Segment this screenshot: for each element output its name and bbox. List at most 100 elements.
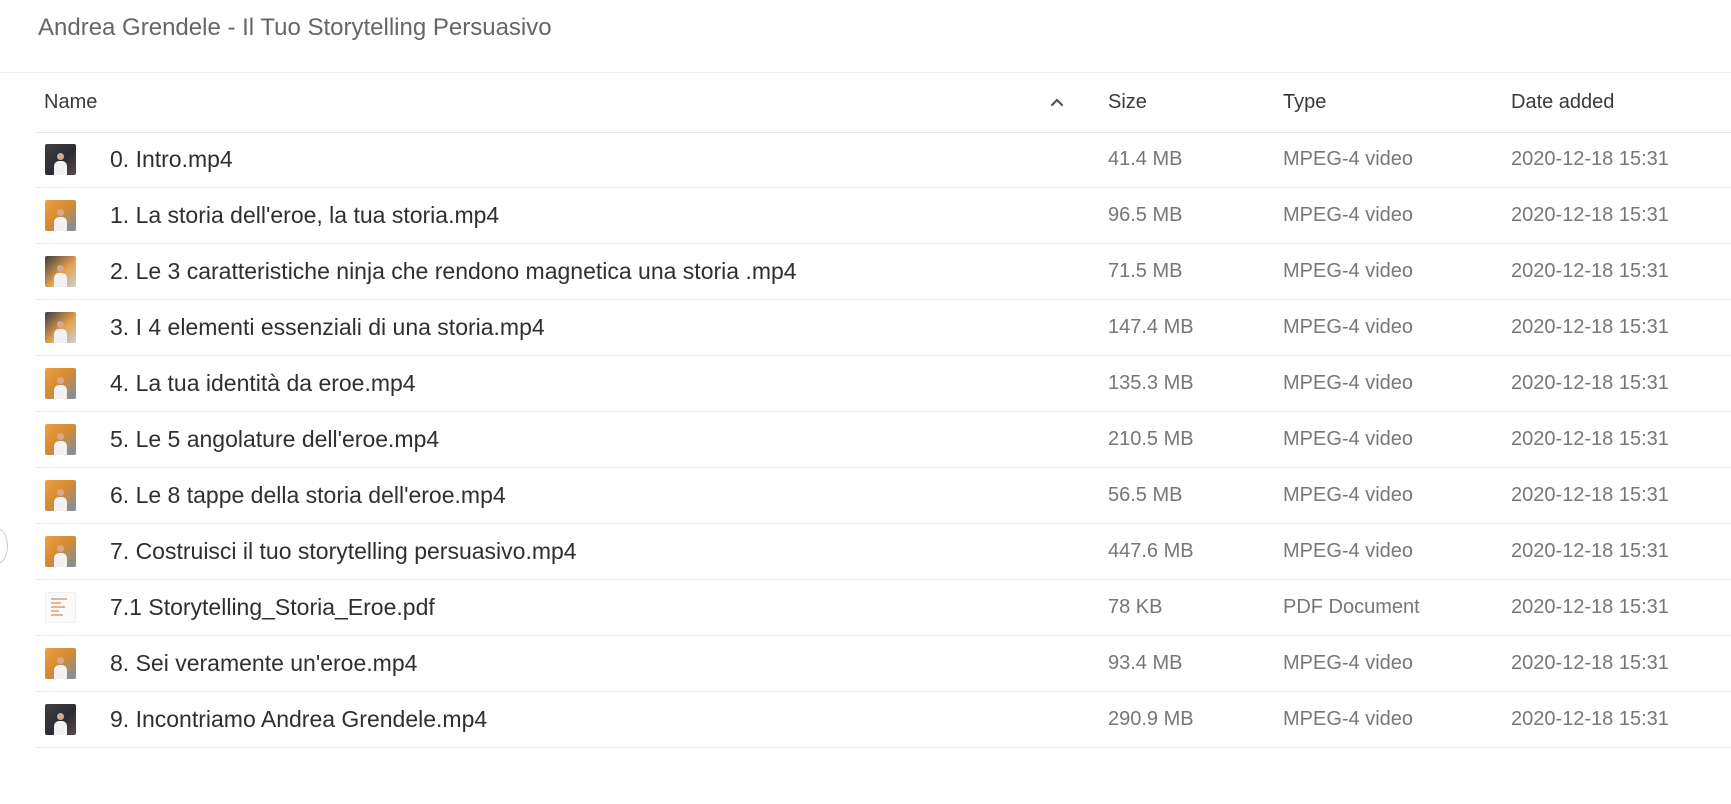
file-name[interactable]: 9. Incontriamo Andrea Grendele.mp4 bbox=[110, 692, 487, 747]
file-type: MPEG-4 video bbox=[1283, 708, 1414, 730]
person-torso bbox=[54, 385, 67, 399]
video-thumbnail bbox=[45, 368, 76, 399]
video-thumbnail bbox=[45, 200, 76, 231]
file-list-header: Name Size Type Date added bbox=[36, 73, 1731, 133]
file-size: 447.6 MB bbox=[1108, 540, 1194, 562]
person-figure bbox=[54, 545, 67, 567]
file-size: 71.5 MB bbox=[1108, 260, 1183, 282]
person-figure bbox=[54, 153, 67, 175]
file-date-added: 2020-12-18 15:31 bbox=[1511, 652, 1669, 674]
person-head bbox=[57, 657, 64, 664]
file-size: 56.5 MB bbox=[1108, 484, 1183, 506]
person-head bbox=[57, 209, 64, 216]
person-figure bbox=[54, 377, 67, 399]
chevron-up-icon[interactable] bbox=[1050, 97, 1064, 107]
person-head bbox=[57, 153, 64, 160]
file-size: 135.3 MB bbox=[1108, 372, 1194, 394]
person-torso bbox=[54, 161, 67, 175]
pdf-page-line bbox=[51, 614, 63, 616]
file-row[interactable]: 5. Le 5 angolature dell'eroe.mp4 210.5 M… bbox=[36, 412, 1731, 468]
file-date-added: 2020-12-18 15:31 bbox=[1511, 372, 1669, 394]
file-name[interactable]: 1. La storia dell'eroe, la tua storia.mp… bbox=[110, 188, 499, 243]
person-torso bbox=[54, 441, 67, 455]
file-name[interactable]: 2. Le 3 caratteristiche ninja che rendon… bbox=[110, 244, 797, 299]
file-date-added: 2020-12-18 15:31 bbox=[1511, 540, 1669, 562]
person-head bbox=[57, 433, 64, 440]
file-date-added: 2020-12-18 15:31 bbox=[1511, 148, 1669, 170]
column-header-size[interactable]: Size bbox=[1108, 73, 1147, 132]
person-figure bbox=[54, 433, 67, 455]
file-type: PDF Document bbox=[1283, 596, 1420, 618]
file-row[interactable]: 7.1 Storytelling_Storia_Eroe.pdf 78 KB P… bbox=[36, 580, 1731, 636]
video-thumbnail bbox=[45, 536, 76, 567]
file-row[interactable]: 2. Le 3 caratteristiche ninja che rendon… bbox=[36, 244, 1731, 300]
person-torso bbox=[54, 665, 67, 679]
pdf-thumbnail bbox=[45, 592, 76, 623]
file-size: 147.4 MB bbox=[1108, 316, 1194, 338]
person-head bbox=[57, 545, 64, 552]
person-head bbox=[57, 489, 64, 496]
file-type: MPEG-4 video bbox=[1283, 204, 1414, 226]
title-bar: Andrea Grendele - Il Tuo Storytelling Pe… bbox=[0, 0, 1731, 73]
person-figure bbox=[54, 209, 67, 231]
side-panel-handle[interactable] bbox=[0, 528, 8, 564]
file-row[interactable]: 8. Sei veramente un'eroe.mp4 93.4 MB MPE… bbox=[36, 636, 1731, 692]
file-name[interactable]: 6. Le 8 tappe della storia dell'eroe.mp4 bbox=[110, 468, 506, 523]
file-row[interactable]: 4. La tua identità da eroe.mp4 135.3 MB … bbox=[36, 356, 1731, 412]
person-figure bbox=[54, 265, 67, 287]
video-thumbnail bbox=[45, 480, 76, 511]
file-type: MPEG-4 video bbox=[1283, 428, 1414, 450]
column-header-date-added[interactable]: Date added bbox=[1511, 73, 1614, 132]
file-name[interactable]: 4. La tua identità da eroe.mp4 bbox=[110, 356, 416, 411]
person-head bbox=[57, 265, 64, 272]
person-figure bbox=[54, 713, 67, 735]
file-type: MPEG-4 video bbox=[1283, 148, 1414, 170]
file-size: 290.9 MB bbox=[1108, 708, 1194, 730]
file-type: MPEG-4 video bbox=[1283, 652, 1414, 674]
file-size: 78 KB bbox=[1108, 596, 1163, 618]
person-figure bbox=[54, 489, 67, 511]
pdf-page-line bbox=[51, 598, 67, 600]
file-row[interactable]: 9. Incontriamo Andrea Grendele.mp4 290.9… bbox=[36, 692, 1731, 748]
pdf-page-line bbox=[51, 606, 65, 608]
file-name[interactable]: 7. Costruisci il tuo storytelling persua… bbox=[110, 524, 577, 579]
file-date-added: 2020-12-18 15:31 bbox=[1511, 316, 1669, 338]
file-date-added: 2020-12-18 15:31 bbox=[1511, 484, 1669, 506]
folder-title: Andrea Grendele - Il Tuo Storytelling Pe… bbox=[38, 14, 552, 41]
video-thumbnail bbox=[45, 144, 76, 175]
file-name[interactable]: 7.1 Storytelling_Storia_Eroe.pdf bbox=[110, 580, 435, 635]
file-name[interactable]: 0. Intro.mp4 bbox=[110, 132, 233, 187]
file-type: MPEG-4 video bbox=[1283, 260, 1414, 282]
person-torso bbox=[54, 329, 67, 343]
file-name[interactable]: 5. Le 5 angolature dell'eroe.mp4 bbox=[110, 412, 439, 467]
video-thumbnail bbox=[45, 312, 76, 343]
person-torso bbox=[54, 553, 67, 567]
person-head bbox=[57, 321, 64, 328]
file-type: MPEG-4 video bbox=[1283, 484, 1414, 506]
file-name[interactable]: 8. Sei veramente un'eroe.mp4 bbox=[110, 636, 417, 691]
person-head bbox=[57, 377, 64, 384]
file-type: MPEG-4 video bbox=[1283, 316, 1414, 338]
file-date-added: 2020-12-18 15:31 bbox=[1511, 428, 1669, 450]
file-size: 96.5 MB bbox=[1108, 204, 1183, 226]
file-row[interactable]: 7. Costruisci il tuo storytelling persua… bbox=[36, 524, 1731, 580]
person-torso bbox=[54, 497, 67, 511]
file-type: MPEG-4 video bbox=[1283, 540, 1414, 562]
person-torso bbox=[54, 721, 67, 735]
file-date-added: 2020-12-18 15:31 bbox=[1511, 204, 1669, 226]
file-row[interactable]: 1. La storia dell'eroe, la tua storia.mp… bbox=[36, 188, 1731, 244]
pdf-page-line bbox=[51, 602, 61, 604]
file-row[interactable]: 0. Intro.mp4 41.4 MB MPEG-4 video 2020-1… bbox=[36, 132, 1731, 188]
pdf-page-line bbox=[51, 610, 59, 612]
file-row[interactable]: 6. Le 8 tappe della storia dell'eroe.mp4… bbox=[36, 468, 1731, 524]
file-name[interactable]: 3. I 4 elementi essenziali di una storia… bbox=[110, 300, 545, 355]
file-list: 0. Intro.mp4 41.4 MB MPEG-4 video 2020-1… bbox=[36, 132, 1731, 748]
file-date-added: 2020-12-18 15:31 bbox=[1511, 260, 1669, 282]
person-torso bbox=[54, 217, 67, 231]
column-header-type[interactable]: Type bbox=[1283, 73, 1326, 132]
person-figure bbox=[54, 321, 67, 343]
file-row[interactable]: 3. I 4 elementi essenziali di una storia… bbox=[36, 300, 1731, 356]
file-size: 93.4 MB bbox=[1108, 652, 1183, 674]
file-size: 210.5 MB bbox=[1108, 428, 1194, 450]
column-header-name[interactable]: Name bbox=[44, 73, 97, 132]
